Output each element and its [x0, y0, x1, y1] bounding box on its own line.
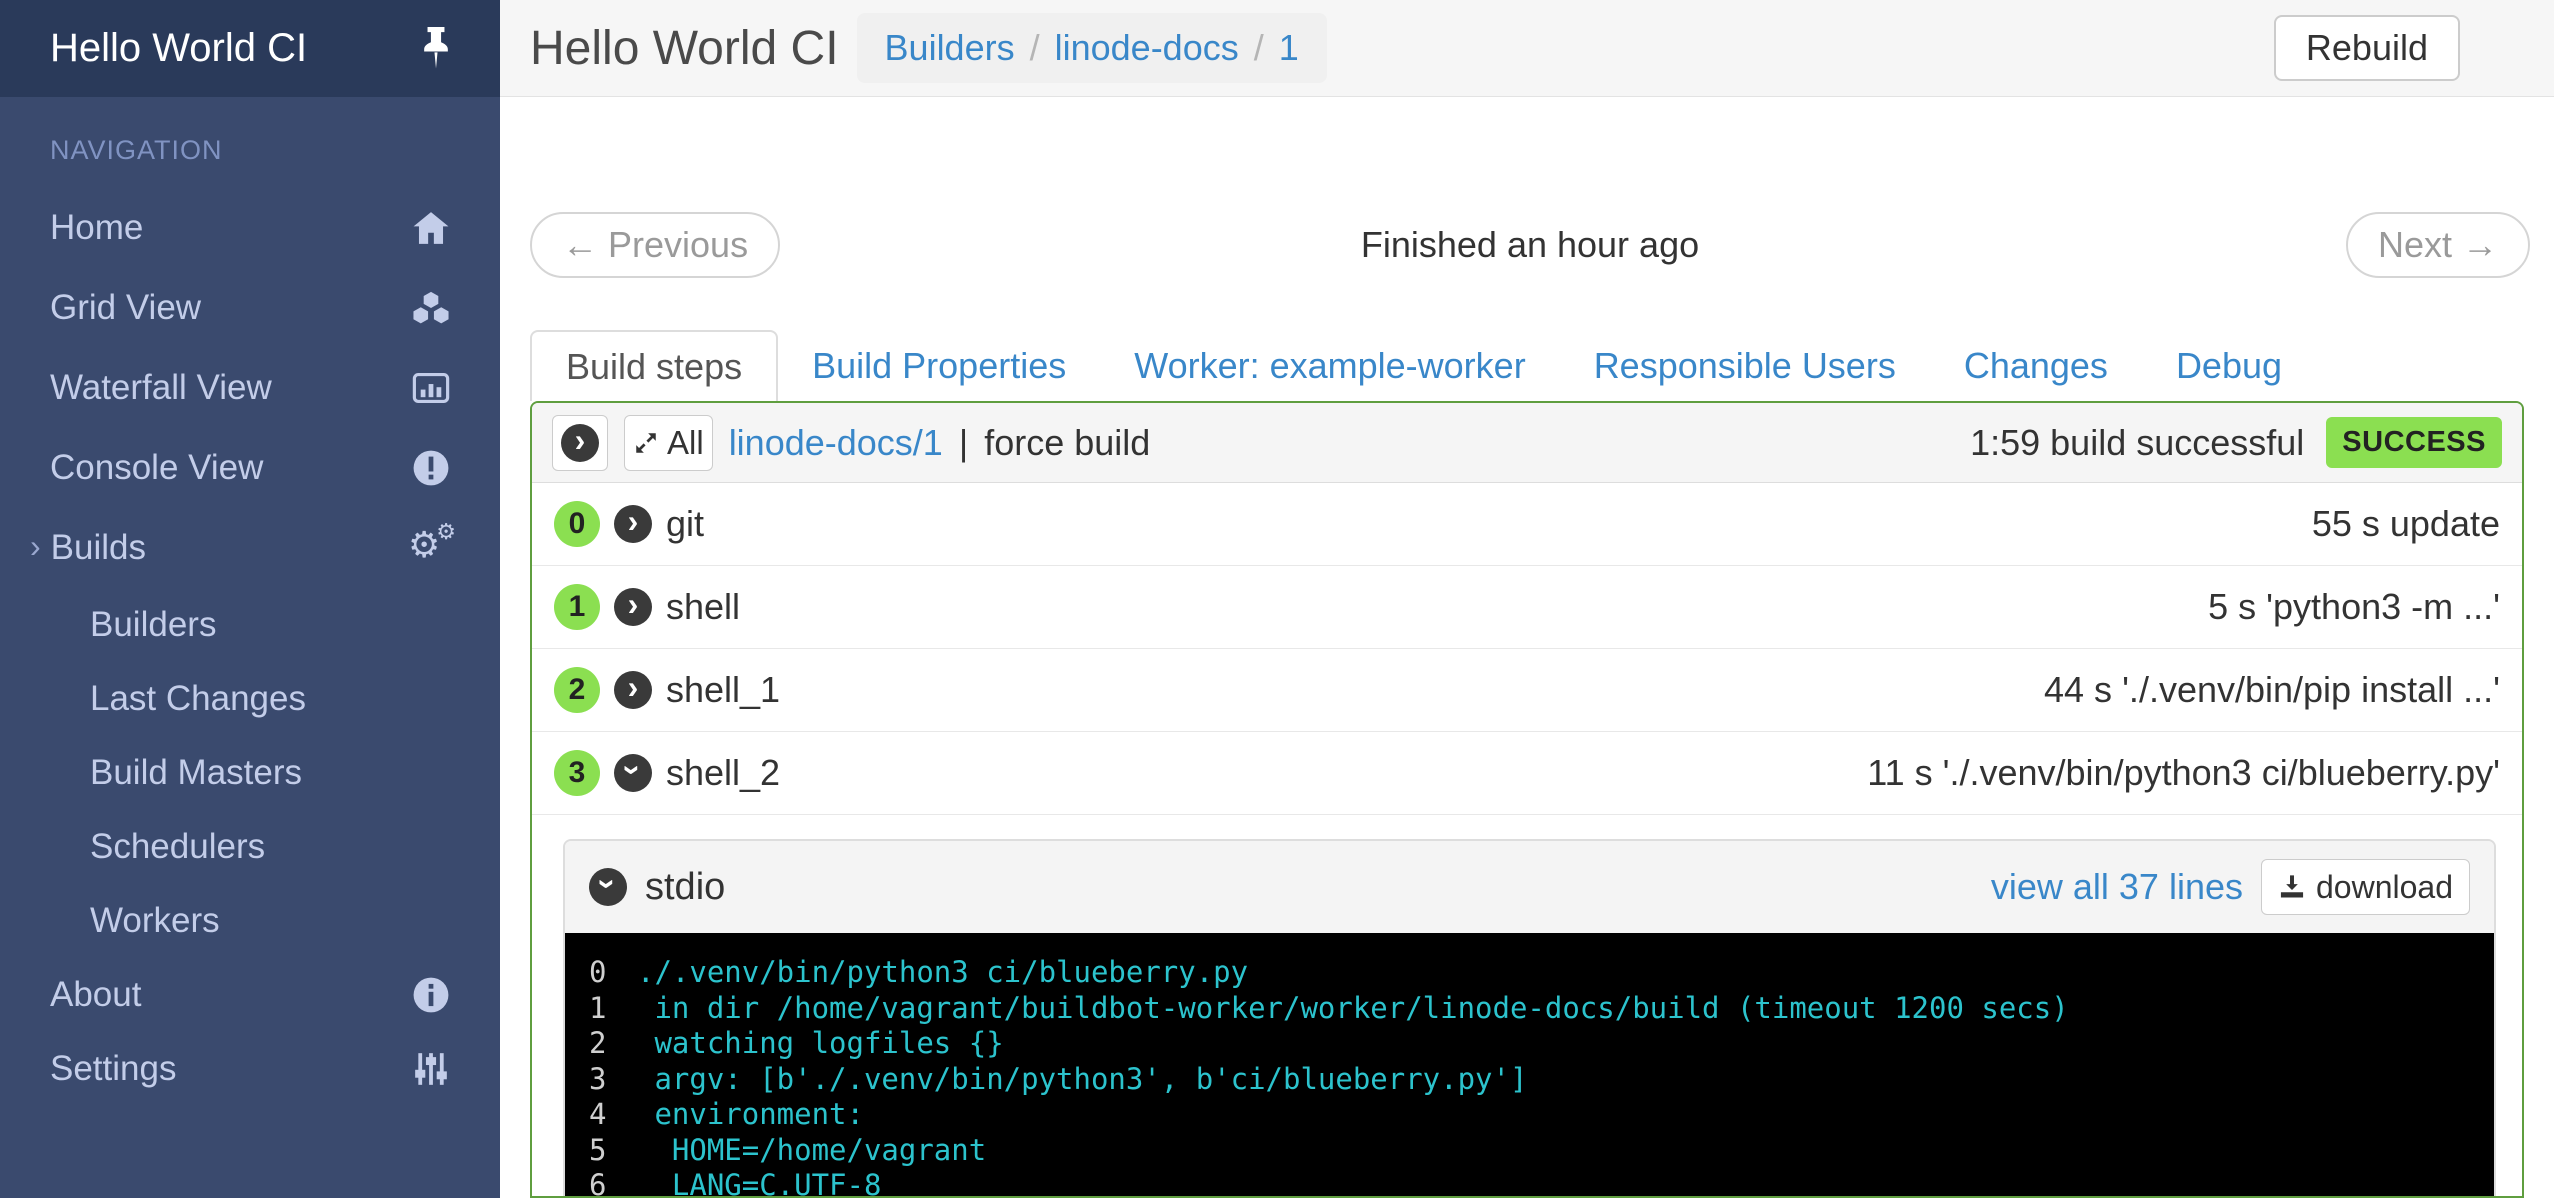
step-name: git	[666, 503, 704, 545]
tab-build-steps[interactable]: Build steps	[530, 330, 778, 401]
step-duration: 55 s update	[2312, 503, 2500, 545]
pin-icon[interactable]	[418, 27, 454, 71]
log-line: 0./.venv/bin/python3 ci/blueberry.py	[589, 955, 2494, 991]
sidebar-item-about[interactable]: About	[0, 958, 500, 1032]
tab-worker[interactable]: Worker: example-worker	[1100, 330, 1559, 401]
sidebar-item-settings[interactable]: Settings	[0, 1032, 500, 1106]
step-duration: 44 s './.venv/bin/pip install ...'	[2044, 669, 2500, 711]
chevron-right-icon[interactable]	[614, 671, 652, 709]
tab-responsible-users[interactable]: Responsible Users	[1560, 330, 1930, 401]
gears-icon: ⚙⚙	[408, 525, 454, 571]
sidebar-item-build-masters[interactable]: Build Masters	[0, 736, 500, 810]
expand-all-button[interactable]: All	[624, 415, 713, 471]
sidebar: Hello World CI NAVIGATION Home Grid View…	[0, 0, 500, 1198]
tab-changes[interactable]: Changes	[1930, 330, 2142, 401]
chevron-right-icon[interactable]	[614, 505, 652, 543]
build-tabs: Build steps Build Properties Worker: exa…	[530, 330, 2524, 401]
app-title: Hello World CI	[50, 26, 418, 71]
home-icon	[408, 209, 454, 247]
log-title: stdio	[645, 866, 725, 909]
step-duration: 11 s './.venv/bin/python3 ci/blueberry.p…	[1867, 752, 2500, 794]
nav-section-label: NAVIGATION	[50, 135, 500, 166]
step-name: shell_2	[666, 752, 780, 794]
build-link[interactable]: linode-docs/1	[729, 422, 943, 464]
step-row-shell-2[interactable]: 3 shell_2 11 s './.venv/bin/python3 ci/b…	[532, 732, 2522, 815]
log-line: 2 watching logfiles {}	[589, 1026, 2494, 1062]
log-terminal[interactable]: 0./.venv/bin/python3 ci/blueberry.py 1 i…	[565, 933, 2494, 1196]
breadcrumb-build-number[interactable]: 1	[1279, 27, 1299, 69]
build-finished-status: Finished an hour ago	[1361, 224, 1699, 266]
step-row-shell[interactable]: 1 shell 5 s 'python3 -m ...'	[532, 566, 2522, 649]
sidebar-item-grid-view[interactable]: Grid View	[0, 268, 500, 348]
view-all-lines-link[interactable]: view all 37 lines	[1991, 866, 2243, 908]
sidebar-item-waterfall-view[interactable]: Waterfall View	[0, 348, 500, 428]
build-reason: force build	[984, 422, 1150, 464]
log-line: 3 argv: [b'./.venv/bin/python3', b'ci/bl…	[589, 1062, 2494, 1098]
sidebar-item-builds[interactable]: › Builds ⚙⚙	[0, 508, 500, 588]
rebuild-button[interactable]: Rebuild	[2274, 15, 2460, 81]
collapse-toggle-button[interactable]	[552, 415, 608, 471]
sliders-icon	[408, 1050, 454, 1088]
log-line: 6 LANG=C.UTF-8	[589, 1168, 2494, 1196]
tab-debug[interactable]: Debug	[2142, 330, 2316, 401]
stdio-log-card: stdio view all 37 lines download 0./.ven…	[563, 839, 2496, 1196]
sidebar-item-workers[interactable]: Workers	[0, 884, 500, 958]
success-badge: SUCCESS	[2326, 417, 2502, 468]
step-name: shell_1	[666, 669, 780, 711]
download-icon	[2278, 873, 2306, 901]
info-circle-icon	[408, 976, 454, 1014]
summary-separator: |	[959, 422, 968, 464]
sidebar-header: Hello World CI	[0, 0, 500, 97]
step-duration: 5 s 'python3 -m ...'	[2208, 586, 2500, 628]
step-row-shell-1[interactable]: 2 shell_1 44 s './.venv/bin/pip install …	[532, 649, 2522, 732]
step-number-badge: 1	[554, 584, 600, 630]
log-line: 1 in dir /home/vagrant/buildbot-worker/w…	[589, 991, 2494, 1027]
page-title: Hello World CI	[530, 21, 839, 76]
build-summary-panel: All linode-docs/1 | force build 1:59 bui…	[530, 401, 2524, 1198]
page-header: Hello World CI Builders / linode-docs / …	[500, 0, 2554, 97]
sidebar-item-console-view[interactable]: Console View	[0, 428, 500, 508]
breadcrumb-builders[interactable]: Builders	[885, 27, 1015, 69]
step-number-badge: 2	[554, 667, 600, 713]
chevron-down-icon[interactable]	[614, 754, 652, 792]
chevron-right-icon	[561, 424, 599, 462]
chevron-down-icon[interactable]	[589, 868, 627, 906]
cubes-icon	[408, 289, 454, 327]
breadcrumb-builder-name[interactable]: linode-docs	[1055, 27, 1239, 69]
sidebar-item-home[interactable]: Home	[0, 188, 500, 268]
bar-chart-icon	[408, 369, 454, 407]
sidebar-item-schedulers[interactable]: Schedulers	[0, 810, 500, 884]
chevron-right-icon: ›	[30, 528, 41, 565]
next-build-button[interactable]: Next →	[2346, 212, 2530, 278]
expand-icon	[633, 430, 659, 456]
download-button[interactable]: download	[2261, 859, 2470, 915]
build-duration-status: 1:59 build successful	[1970, 422, 2304, 464]
build-summary-header: All linode-docs/1 | force build 1:59 bui…	[532, 403, 2522, 483]
log-line: 5 HOME=/home/vagrant	[589, 1133, 2494, 1169]
tab-build-properties[interactable]: Build Properties	[778, 330, 1100, 401]
main-content: Hello World CI Builders / linode-docs / …	[500, 0, 2554, 1198]
sidebar-item-last-changes[interactable]: Last Changes	[0, 662, 500, 736]
exclamation-circle-icon	[408, 449, 454, 487]
build-pager: ← Previous Finished an hour ago Next →	[530, 212, 2530, 278]
stdio-log-header: stdio view all 37 lines download	[565, 841, 2494, 933]
previous-build-button[interactable]: ← Previous	[530, 212, 780, 278]
step-number-badge: 0	[554, 501, 600, 547]
step-name: shell	[666, 586, 740, 628]
chevron-right-icon[interactable]	[614, 588, 652, 626]
sidebar-item-builders[interactable]: Builders	[0, 588, 500, 662]
log-line: 4 environment:	[589, 1097, 2494, 1133]
breadcrumb: Builders / linode-docs / 1	[857, 13, 1327, 83]
breadcrumb-separator: /	[1239, 27, 1279, 69]
step-row-git[interactable]: 0 git 55 s update	[532, 483, 2522, 566]
breadcrumb-separator: /	[1015, 27, 1055, 69]
step-number-badge: 3	[554, 750, 600, 796]
